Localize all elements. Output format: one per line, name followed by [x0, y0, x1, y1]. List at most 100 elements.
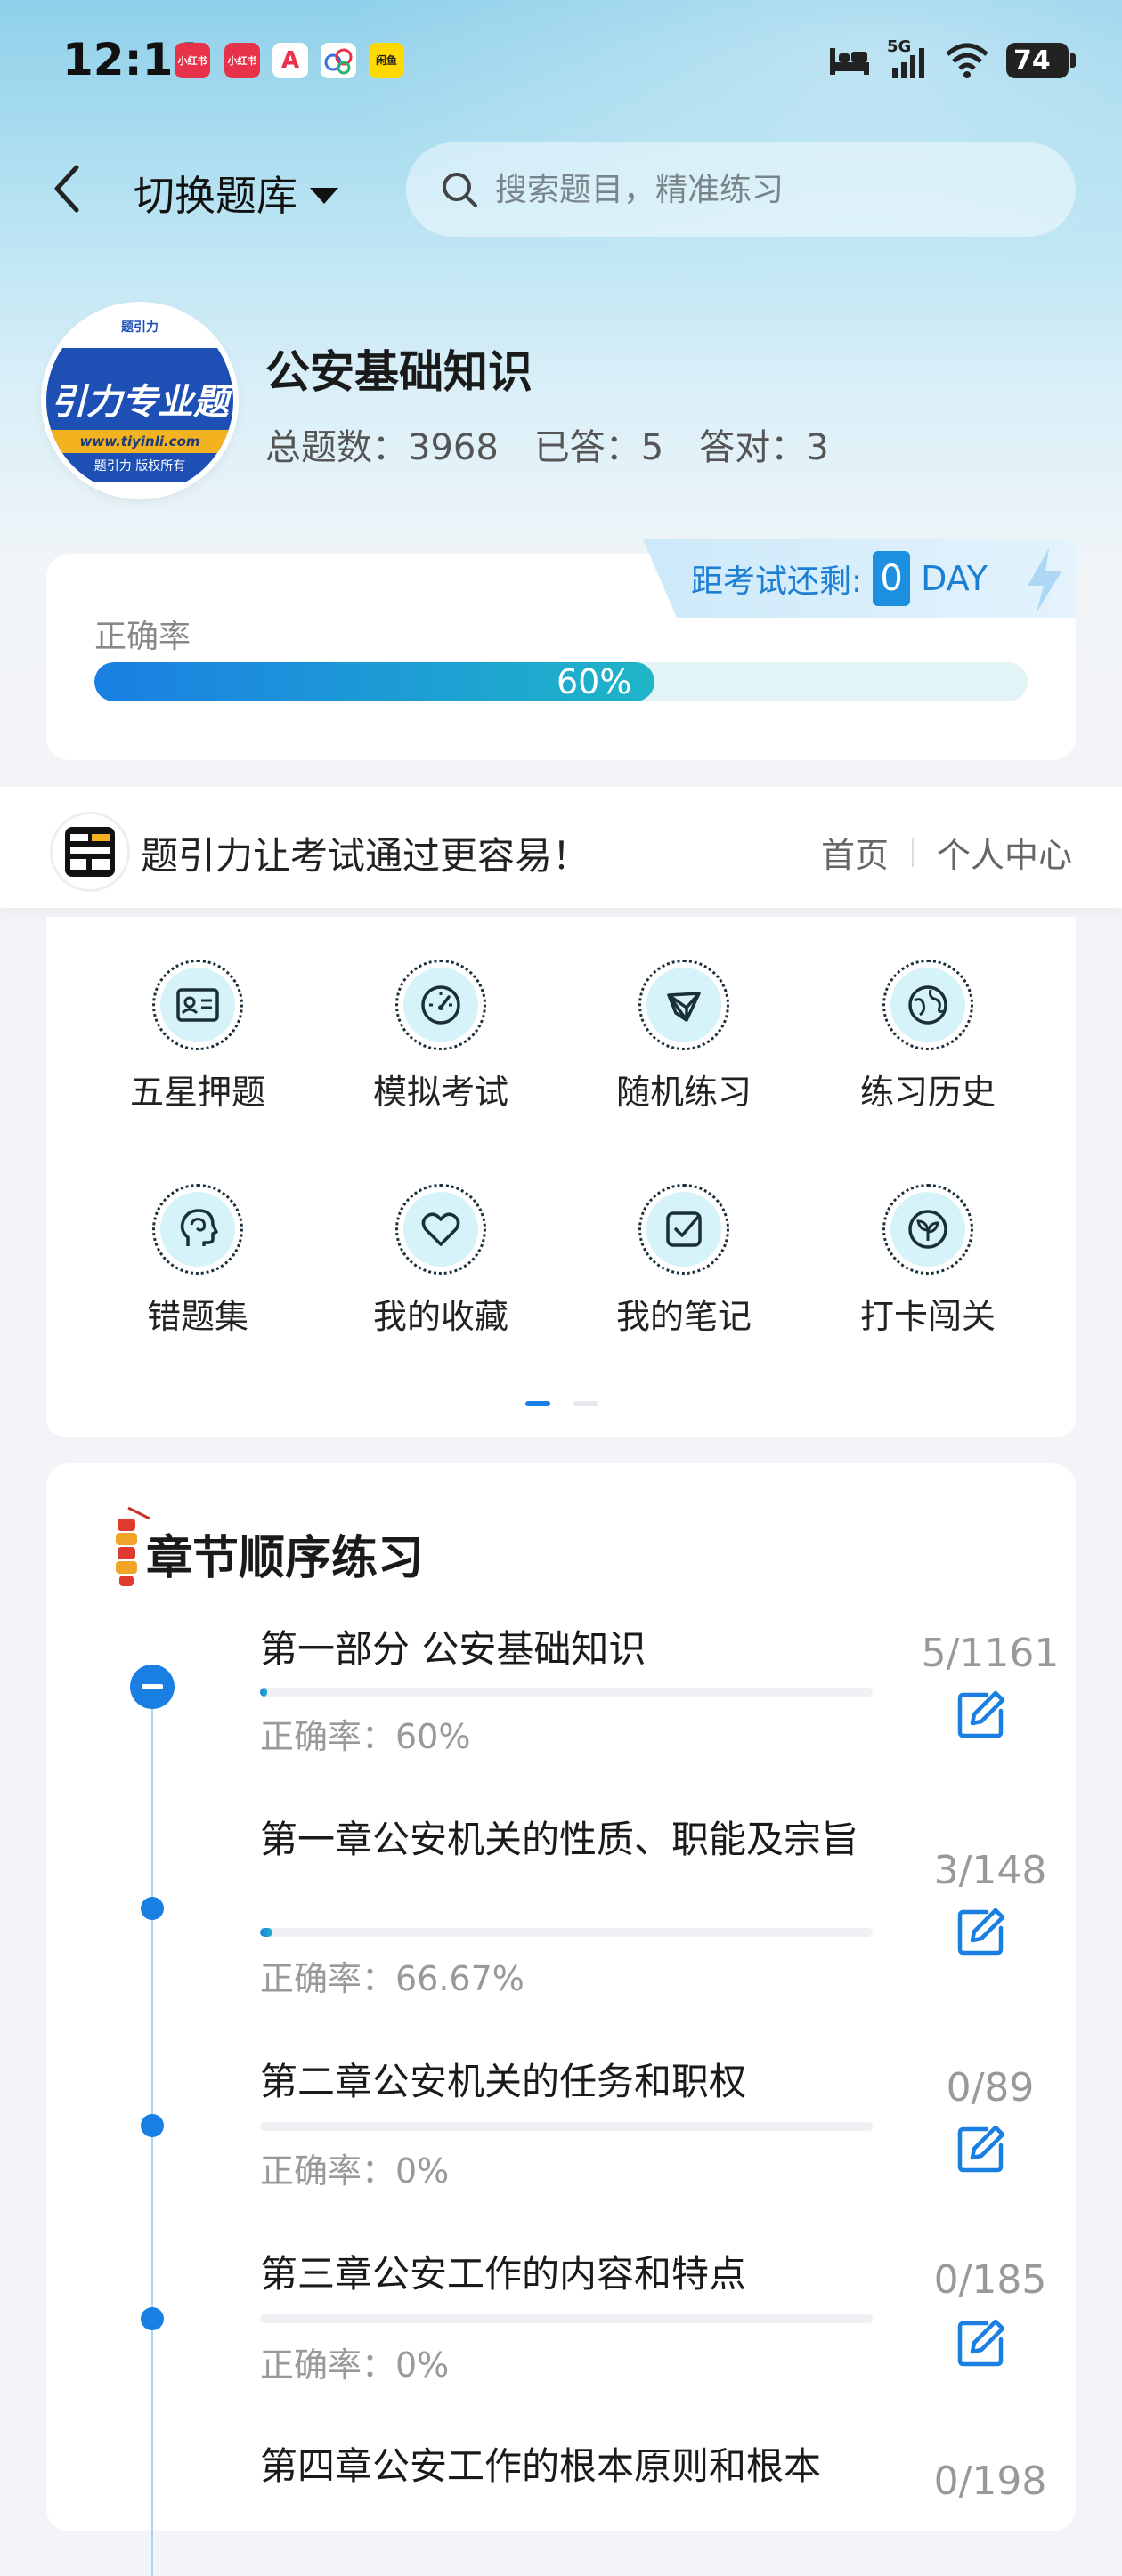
chapter-progress [260, 1688, 873, 1697]
page-dot-active[interactable] [525, 1401, 550, 1406]
timeline-node [141, 2307, 164, 2330]
timeline-node [141, 2114, 164, 2137]
chapter-count: 3/148 [933, 1848, 1047, 1893]
feature-mock-exam[interactable]: 模拟考试 [343, 960, 539, 1114]
feature-random-practice[interactable]: 随机练习 [586, 960, 782, 1114]
xiaohongshu-icon: 小红书 [175, 43, 210, 78]
edit-icon[interactable] [953, 2314, 1010, 2371]
chapter-practice-card: 章节顺序练习 第一部分 公安基础知识 正确率：60% 5/1161 第一章公安机… [46, 1463, 1076, 2576]
xianyu-icon: 闲鱼 [369, 43, 404, 78]
id-card-icon [176, 988, 219, 1022]
chapter-title[interactable]: 第二章公安机关的任务和职权 [260, 2058, 874, 2106]
switch-bank-label: 切换题库 [134, 172, 297, 220]
app-label: 闲鱼 [375, 54, 397, 67]
slogan-text: 题引力让考试通过更容易！ [141, 834, 590, 878]
edit-icon[interactable] [953, 1686, 1010, 1743]
feature-label: 我的笔记 [615, 1297, 752, 1336]
back-arrow-icon[interactable] [50, 160, 85, 217]
chapter-accuracy: 正确率：0% [260, 2345, 450, 2385]
chapter-title[interactable]: 第三章公安工作的内容和特点 [260, 2250, 874, 2298]
chapter-accuracy: 正确率：66.67% [260, 1959, 524, 1998]
app-label: 小红书 [177, 55, 207, 67]
home-link[interactable]: 首页 [821, 828, 889, 877]
network-icon [667, 992, 701, 1022]
feature-my-favorites[interactable]: 我的收藏 [343, 1184, 539, 1338]
search-icon [443, 173, 477, 207]
feature-label: 打卡闯关 [859, 1297, 996, 1336]
brand-logo [50, 812, 130, 892]
chapter-title[interactable]: 第一章公安机关的性质、职能及宗旨 [260, 1816, 874, 1864]
feature-label: 五星押题 [129, 1073, 265, 1112]
globe-icon [908, 985, 947, 1025]
logo-url: www.tiyinli.com [46, 430, 233, 453]
app-label: A [280, 47, 300, 74]
countdown-unit: DAY [921, 559, 988, 598]
accuracy-label: 正确率 [94, 619, 191, 655]
lightning-icon [1028, 548, 1061, 612]
chapter-progress [260, 1928, 873, 1937]
bank-title: 公安基础知识 [265, 346, 533, 398]
link-divider [911, 838, 914, 867]
chapter-progress-fill [260, 1688, 267, 1697]
gauge-icon [421, 985, 460, 1025]
edit-icon[interactable] [953, 1903, 1010, 1960]
app-label: 小红书 [227, 55, 257, 67]
sprout-icon [908, 1210, 947, 1249]
feature-label: 练习历史 [859, 1073, 996, 1112]
bank-stats: 总题数：3968 已答：5 答对：3 [265, 418, 829, 470]
chapter-progress-fill [260, 1928, 272, 1937]
feature-five-star[interactable]: 五星押题 [100, 960, 296, 1114]
logo-text: 引力专业题 [51, 382, 229, 423]
chapter-progress [260, 2122, 873, 2131]
feature-practice-history[interactable]: 练习历史 [830, 960, 1026, 1114]
page-indicator [525, 1401, 598, 1406]
wifi-icon [946, 43, 988, 78]
correct-count: 答对：3 [699, 427, 829, 468]
edit-icon[interactable] [953, 2120, 1010, 2177]
chapter-count: 0/198 [933, 2459, 1047, 2504]
cloud-app-icon [321, 43, 356, 78]
slogan-banner: 题引力让考试通过更容易！ 首页 个人中心 [0, 787, 1122, 908]
feature-my-notes[interactable]: 我的笔记 [586, 1184, 782, 1338]
status-bar: 12:11 小红书 小红书 A 闲鱼 5G 74 [0, 0, 1122, 125]
countdown-label: 距考试还剩: [691, 563, 863, 600]
accuracy-percent: 60% [557, 662, 632, 701]
xiaohongshu-icon: 小红书 [224, 43, 260, 78]
search-bar[interactable] [406, 142, 1076, 237]
chapter-title[interactable]: 第一部分 公安基础知识 [260, 1625, 874, 1673]
feature-grid: 五星押题 模拟考试 随机练习 练习历史 错题集 我的收藏 我的笔记 打卡闯关 [46, 917, 1076, 1437]
chapter-accuracy: 正确率：60% [260, 1717, 471, 1756]
feature-label: 错题集 [146, 1297, 248, 1336]
chapter-count: 0/89 [946, 2065, 1035, 2110]
answered-count: 已答：5 [533, 427, 664, 468]
accuracy-card: 距考试还剩: 0 DAY 正确率 60% [46, 539, 1076, 760]
a-app-icon: A [272, 43, 308, 78]
caret-down-icon [310, 188, 338, 204]
countdown-days: 0 [873, 551, 911, 606]
chapter-title[interactable]: 第四章公安工作的根本原则和根本 [260, 2442, 874, 2491]
heart-icon [421, 1212, 460, 1246]
feature-check-in[interactable]: 打卡闯关 [830, 1184, 1026, 1338]
total-count: 总题数：3968 [265, 427, 499, 468]
accuracy-bar: 60% [94, 662, 1028, 701]
battery-level: 74 [1013, 45, 1051, 77]
search-input[interactable] [493, 170, 1031, 209]
feature-wrong-questions[interactable]: 错题集 [100, 1184, 296, 1338]
collapse-node-icon[interactable] [130, 1665, 175, 1709]
profile-link[interactable]: 个人中心 [937, 828, 1072, 877]
switch-bank-button[interactable]: 切换题库 [134, 164, 338, 223]
head-icon [180, 1209, 218, 1246]
chapter-section-title: 章节顺序练习 [146, 1532, 425, 1585]
checkbox-icon [666, 1211, 702, 1247]
logo-top-text: 题引力 [121, 320, 159, 335]
chapter-progress [260, 2314, 873, 2323]
chapter-count: 0/185 [933, 2257, 1047, 2303]
chapter-count: 5/1161 [921, 1631, 1060, 1676]
page-dot[interactable] [573, 1401, 598, 1406]
logo-copyright: 题引力 版权所有 [94, 459, 186, 474]
battery-icon: 74 [1006, 43, 1076, 78]
chapter-accuracy: 正确率：0% [260, 2151, 450, 2191]
feature-label: 随机练习 [615, 1073, 752, 1112]
bed-icon [830, 48, 869, 75]
feature-label: 我的收藏 [372, 1297, 508, 1336]
